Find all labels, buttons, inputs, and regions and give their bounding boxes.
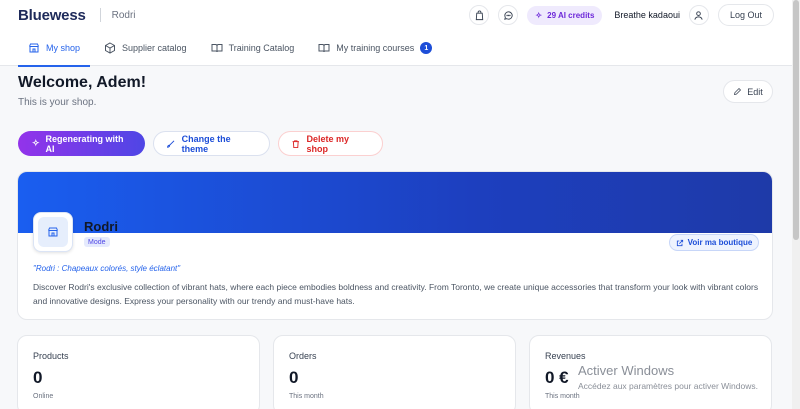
category-badge: Mode [84, 237, 110, 247]
scrollbar[interactable] [792, 0, 800, 409]
stat-caption: This month [289, 393, 324, 400]
ai-credits-label: 29 AI credits [547, 10, 595, 20]
button-label: Delete my shop [306, 133, 350, 154]
edit-label: Edit [747, 86, 763, 97]
watermark-subtitle: Accédez aux paramètres pour activer Wind… [578, 381, 758, 391]
ai-credits-badge[interactable]: ✧ 29 AI credits [527, 5, 603, 25]
pencil-icon [734, 87, 742, 95]
store-icon [48, 227, 58, 237]
cube-icon [105, 42, 116, 54]
shop-tagline: "Rodri : Chapeaux colorés, style éclatan… [33, 264, 181, 273]
button-label: Change the theme [181, 133, 231, 154]
stat-card-products: Products 0 Online [17, 335, 260, 409]
stat-value: 0 [33, 368, 43, 387]
messages-button[interactable] [498, 5, 519, 25]
button-label: Regenerating with AI [45, 133, 124, 154]
shop-name: Rodri [84, 219, 118, 234]
book-open-icon [318, 44, 330, 53]
stat-caption: Online [33, 393, 54, 400]
shop-avatar [33, 212, 73, 252]
tab-supplier-catalog[interactable]: Supplier catalog [94, 30, 197, 66]
shopping-bag-icon [475, 10, 484, 20]
stat-label: Revenues [545, 351, 586, 361]
external-link-icon [676, 239, 683, 246]
shop-actions: ✧ Regenerating with AI Change the theme … [18, 131, 383, 156]
top-bar: Bluewess Rodri ✧ 29 AI credits Breathe k… [0, 0, 792, 30]
notification-badge: 1 [420, 42, 433, 54]
brush-icon [167, 139, 175, 148]
header-actions: ✧ 29 AI credits Breathe kadaoui Log Out [469, 4, 774, 26]
stat-label: Orders [289, 351, 317, 361]
button-label: Voir ma boutique [687, 238, 753, 247]
page-title: Welcome, Adem! [18, 74, 147, 91]
tab-label: Training Catalog [228, 43, 295, 53]
store-icon [29, 43, 39, 53]
current-shop-name: Rodri [111, 9, 136, 21]
stat-label: Products [33, 351, 69, 361]
edit-button[interactable]: Edit [723, 80, 773, 103]
watermark-title: Activer Windows [578, 363, 675, 378]
tab-label: My shop [46, 43, 81, 53]
shop-banner [18, 172, 772, 233]
change-theme-button[interactable]: Change the theme [153, 131, 270, 156]
book-icon [211, 44, 223, 53]
visit-shop-button[interactable]: Voir ma boutique [669, 234, 759, 251]
scrollbar-thumb[interactable] [793, 0, 799, 240]
delete-shop-button[interactable]: Delete my shop [278, 131, 383, 156]
shop-card: Rodri Mode Voir ma boutique "Rodri : Cha… [17, 171, 773, 320]
avatar-inner [38, 217, 68, 247]
tab-my-shop[interactable]: My shop [18, 30, 91, 67]
windows-activation-watermark: Activer Windows Accédez aux paramètres p… [578, 363, 758, 391]
chat-icon [504, 10, 513, 20]
tab-label: My training courses [336, 43, 415, 53]
stat-card-orders: Orders 0 This month [273, 335, 516, 409]
page-subtitle: This is your shop. [18, 97, 97, 108]
stat-caption: This month [545, 393, 580, 400]
stat-value: 0 [289, 368, 299, 387]
shop-description: Discover Rodri's exclusive collection of… [33, 282, 759, 306]
sparkle-icon: ✧ [535, 10, 543, 20]
logout-button[interactable]: Log Out [717, 4, 774, 26]
sparkle-icon: ✧ [32, 138, 40, 148]
divider [99, 8, 101, 22]
user-name: Breathe kadaoui [614, 10, 680, 20]
brand-logo[interactable]: Bluewess [18, 7, 86, 24]
main-tabs: My shop Supplier catalog Training Catalo… [0, 30, 792, 67]
regenerate-ai-button[interactable]: ✧ Regenerating with AI [18, 131, 145, 156]
trash-icon [292, 139, 299, 148]
tab-my-training-courses[interactable]: My training courses 1 [308, 30, 442, 66]
tab-training-catalog[interactable]: Training Catalog [201, 30, 305, 66]
tab-label: Supplier catalog [122, 43, 187, 53]
cart-button[interactable] [469, 5, 490, 25]
user-icon [694, 10, 704, 20]
profile-button[interactable] [688, 5, 709, 25]
